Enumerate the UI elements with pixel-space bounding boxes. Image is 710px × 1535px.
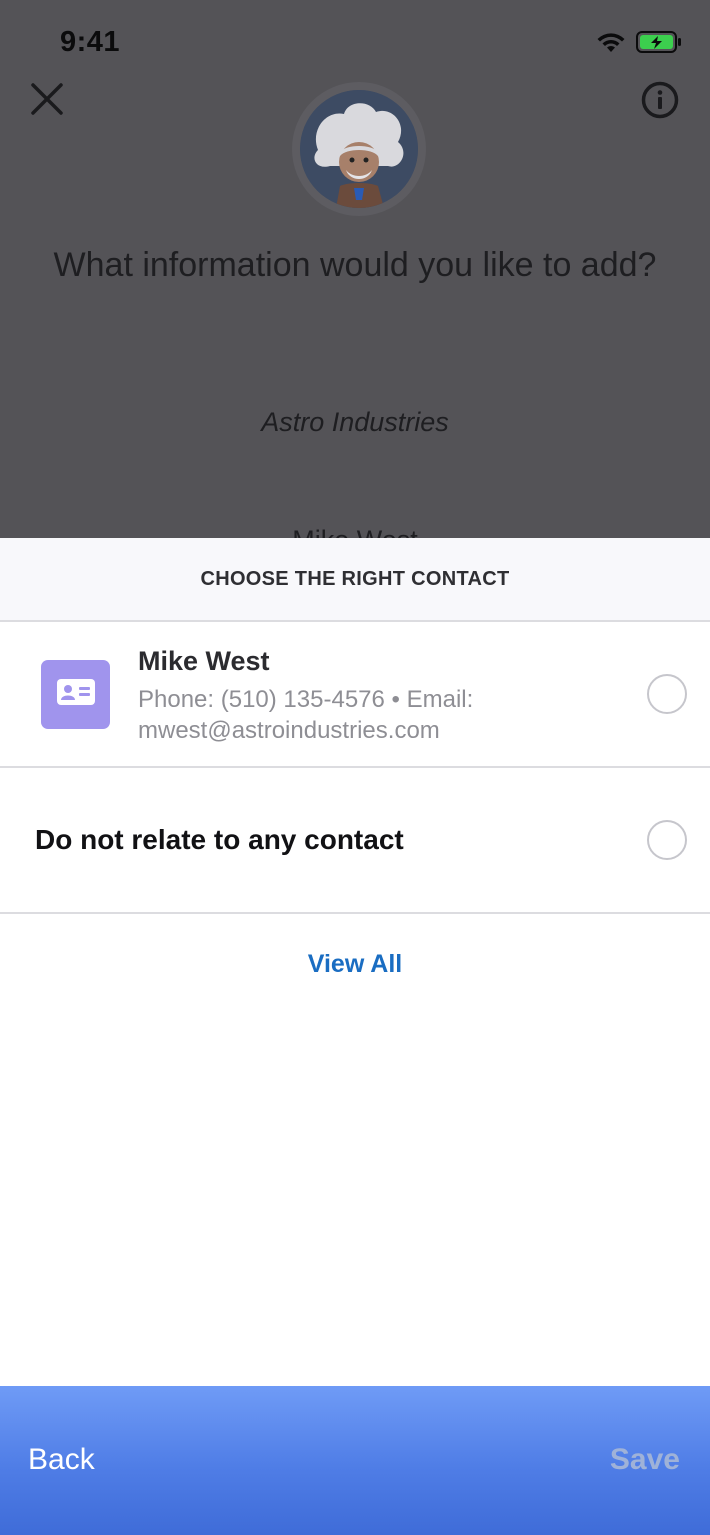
contact-picker-sheet: CHOOSE THE RIGHT CONTACT Mike West Phone…	[0, 538, 710, 1386]
back-button[interactable]: Back	[28, 1443, 95, 1477]
status-time: 9:41	[60, 26, 121, 58]
contact-card-icon	[41, 660, 110, 729]
bottom-action-bar: Back Save	[0, 1386, 710, 1535]
contact-details: Phone: (510) 135-4576 • Email: mwest@ast…	[138, 686, 474, 744]
save-button[interactable]: Save	[610, 1443, 680, 1477]
contact-name: Mike West	[138, 646, 270, 676]
info-icon[interactable]	[640, 80, 680, 120]
question-heading: What information would you like to add?	[53, 246, 657, 284]
contact-radio[interactable]	[647, 674, 687, 714]
background-screen: 9:41 What information would you like to …	[0, 0, 710, 540]
no-contact-label: Do not relate to any contact	[35, 824, 404, 855]
no-contact-radio[interactable]	[647, 820, 687, 860]
close-icon[interactable]	[28, 80, 66, 118]
contact-option-mike-west[interactable]: Mike West Phone: (510) 135-4576 • Email:…	[0, 622, 710, 768]
status-bar: 9:41	[0, 0, 710, 80]
sheet-header: CHOOSE THE RIGHT CONTACT	[0, 538, 710, 622]
company-name: Astro Industries	[261, 407, 449, 437]
wifi-icon	[597, 33, 625, 52]
no-contact-option[interactable]: Do not relate to any contact	[0, 768, 710, 914]
view-all-link[interactable]: View All	[0, 950, 710, 979]
battery-icon	[636, 31, 681, 53]
sheet-title: CHOOSE THE RIGHT CONTACT	[200, 567, 510, 590]
einstein-avatar	[300, 90, 418, 208]
